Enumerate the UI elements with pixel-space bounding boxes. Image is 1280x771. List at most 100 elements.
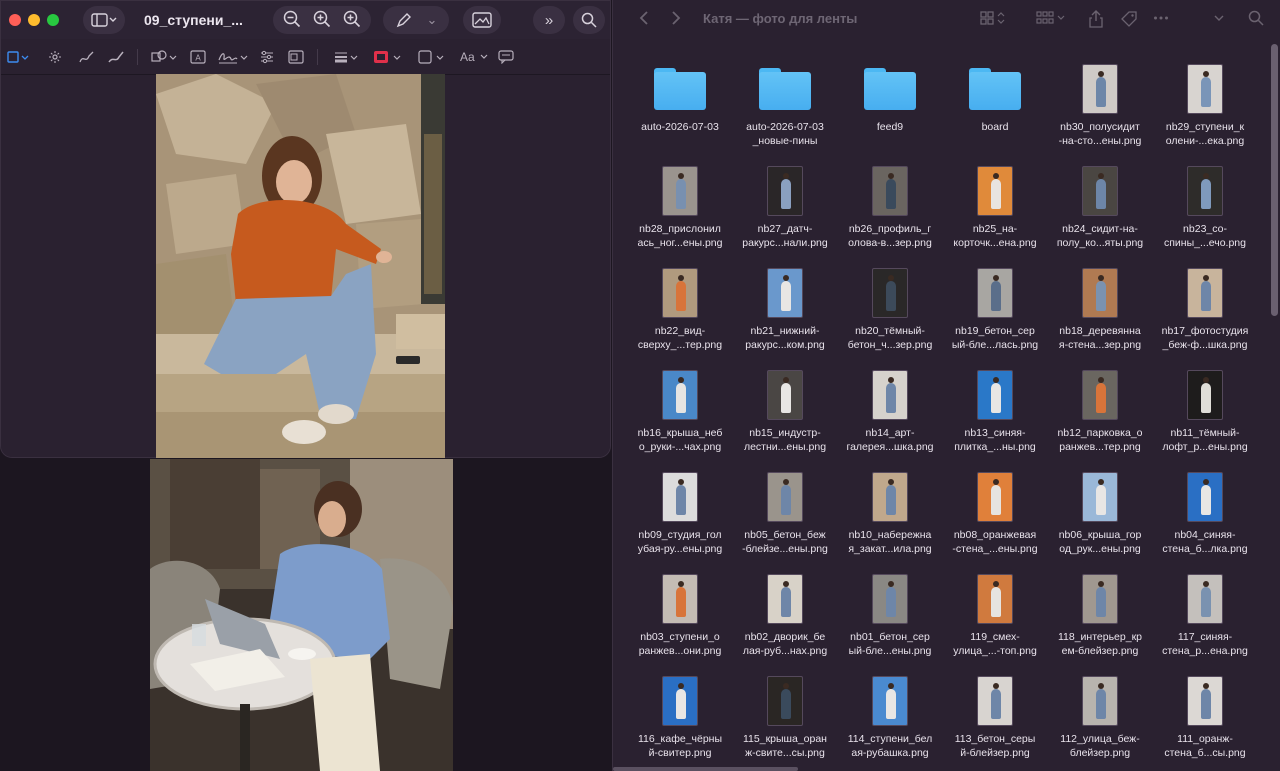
fill-color-tool[interactable] <box>418 49 448 65</box>
file-name: nb21_нижний- ракурс...ком.png <box>745 325 825 351</box>
tags-button[interactable] <box>1120 10 1138 31</box>
file-item[interactable]: nb14_арт- галерея...шка.png <box>835 366 945 454</box>
file-item[interactable]: nb02_дворик_бе лая-руб...нах.png <box>730 570 840 658</box>
fullscreen-window-button[interactable] <box>47 14 59 26</box>
file-item[interactable]: nb25_на- корточк...ена.png <box>940 162 1050 250</box>
sketch-tool[interactable] <box>79 49 95 65</box>
file-name: nb24_сидит-на- полу_ко...яты.png <box>1056 223 1144 249</box>
file-item[interactable]: 117_синяя- стена_р...ена.png <box>1150 570 1260 658</box>
file-item[interactable]: nb22_вид- сверху_...тер.png <box>625 264 735 352</box>
file-item[interactable]: nb05_бетон_беж -блейзе...ены.png <box>730 468 840 556</box>
file-item[interactable]: nb08_оранжевая -стена_...ены.png <box>940 468 1050 556</box>
file-item[interactable]: 112_улица_беж- блейзер.png <box>1045 672 1155 760</box>
file-item[interactable]: nb17_фотостудия _беж-ф...шка.png <box>1150 264 1260 352</box>
file-name: nb29_ступени_к олени-...ека.png <box>1165 121 1245 147</box>
search-icon <box>1248 10 1264 26</box>
file-item[interactable]: nb09_студия_гол убая-ру...ены.png <box>625 468 735 556</box>
folder-item[interactable]: auto-2026-07-03 <box>625 60 735 134</box>
document-title[interactable]: 09_ступени_... <box>144 12 243 28</box>
line-style-tool[interactable] <box>334 49 360 65</box>
sketch-icon <box>79 51 94 63</box>
back-button[interactable] <box>639 10 649 31</box>
file-item[interactable]: nb11_тёмный- лофт_р...ены.png <box>1150 366 1260 454</box>
image-thumbnail <box>662 472 698 522</box>
file-item[interactable]: 115_крыша_оран ж-свите...сы.png <box>730 672 840 760</box>
text-style-tool[interactable]: Aa <box>460 49 491 65</box>
selection-tool[interactable] <box>7 49 29 65</box>
image-thumbnail <box>1082 472 1118 522</box>
more-actions-button[interactable] <box>1153 10 1169 29</box>
zoom-out-icon[interactable] <box>283 10 301 31</box>
file-name: nb03_ступени_о ранжев...они.png <box>638 631 722 657</box>
folder-item[interactable]: feed9 <box>835 60 945 134</box>
double-chevron-right-icon: » <box>544 11 554 29</box>
text-tool[interactable]: A <box>190 49 206 65</box>
group-button[interactable] <box>1036 10 1066 29</box>
photo-woman-on-steps <box>156 74 445 458</box>
file-item[interactable]: 111_оранж- стена_б...сы.png <box>1150 672 1260 760</box>
file-item[interactable]: 114_ступени_бел ая-рубашка.png <box>835 672 945 760</box>
instant-alpha-tool[interactable] <box>48 49 62 65</box>
forward-button[interactable] <box>671 10 681 31</box>
file-item[interactable]: nb06_крыша_гор од_рук...ены.png <box>1045 468 1155 556</box>
file-item[interactable]: 118_интерьер_кр ем-блейзер.png <box>1045 570 1155 658</box>
signature-tool[interactable] <box>218 49 248 65</box>
adjust-color-tool[interactable] <box>260 49 274 65</box>
file-item[interactable]: nb01_бетон_сер ый-бле...ены.png <box>835 570 945 658</box>
file-item[interactable]: 119_смех- улица_...-топ.png <box>940 570 1050 658</box>
file-item[interactable]: nb13_синяя- плитка_...ны.png <box>940 366 1050 454</box>
file-item[interactable]: nb15_индустр- лестни...ены.png <box>730 366 840 454</box>
folder-item[interactable]: board <box>940 60 1050 134</box>
file-item[interactable]: nb30_полусидит -на-сто...ены.png <box>1045 60 1155 148</box>
markup-button[interactable]: ⌄ <box>383 6 449 34</box>
draw-tool[interactable] <box>108 49 124 65</box>
file-item[interactable]: nb04_синяя- стена_б...лка.png <box>1150 468 1260 556</box>
file-name: nb23_со- спины_...ечо.png <box>1164 223 1246 249</box>
file-item[interactable]: nb21_нижний- ракурс...ком.png <box>730 264 840 352</box>
view-options-button[interactable] <box>1213 10 1225 29</box>
image-thumbnail <box>1187 166 1223 216</box>
image-thumbnail <box>872 676 908 726</box>
adjust-size-tool[interactable] <box>288 49 304 65</box>
file-item[interactable]: nb19_бетон_сер ый-бле...лась.png <box>940 264 1050 352</box>
file-item[interactable]: nb10_набережна я_закат...ила.png <box>835 468 945 556</box>
file-item[interactable]: nb23_со- спины_...ечо.png <box>1150 162 1260 250</box>
more-tools-button[interactable]: » <box>533 6 565 34</box>
file-item[interactable]: nb28_прислонил ась_ног...ены.png <box>625 162 735 250</box>
file-item[interactable]: nb16_крыша_неб о_руки-...чах.png <box>625 366 735 454</box>
annotate-tool[interactable] <box>498 49 514 65</box>
vertical-scrollbar[interactable] <box>1271 44 1278 316</box>
image-thumbnail <box>767 268 803 318</box>
view-mode-button[interactable] <box>980 10 1008 29</box>
zoom-in-icon[interactable] <box>343 10 361 31</box>
file-name: nb05_бетон_беж -блейзе...ены.png <box>742 529 828 555</box>
file-item[interactable]: nb18_деревянна я-стена...зер.png <box>1045 264 1155 352</box>
file-item[interactable]: 116_кафе_чёрны й-свитер.png <box>625 672 735 760</box>
shapes-tool[interactable] <box>151 49 177 65</box>
file-name: nb26_профиль_г олова-в...зер.png <box>848 223 932 249</box>
sidebar-icon <box>91 13 117 27</box>
file-item[interactable]: nb29_ступени_к олени-...ека.png <box>1150 60 1260 148</box>
folder-item[interactable]: auto-2026-07-03 _новые-пины <box>730 60 840 148</box>
minimize-window-button[interactable] <box>28 14 40 26</box>
file-name: nb25_на- корточк...ена.png <box>953 223 1037 249</box>
markup-toolbar: A Aa <box>1 39 610 75</box>
image-thumbnail <box>1082 574 1118 624</box>
border-color-tool[interactable] <box>373 49 403 65</box>
search-button[interactable] <box>573 6 605 34</box>
sidebar-toggle-button[interactable] <box>83 6 125 34</box>
finder-search-button[interactable] <box>1248 10 1264 29</box>
share-button[interactable] <box>1089 10 1103 31</box>
file-item[interactable]: nb26_профиль_г олова-в...зер.png <box>835 162 945 250</box>
file-item[interactable]: nb03_ступени_о ранжев...они.png <box>625 570 735 658</box>
horizontal-scrollbar[interactable] <box>613 767 798 771</box>
toolbar-divider <box>137 49 138 65</box>
file-item[interactable]: nb20_тёмный- бетон_ч...зер.png <box>835 264 945 352</box>
actual-size-icon[interactable] <box>313 10 331 31</box>
file-item[interactable]: 113_бетон_серы й-блейзер.png <box>940 672 1050 760</box>
file-item[interactable]: nb27_датч- ракурс...нали.png <box>730 162 840 250</box>
crop-button[interactable] <box>463 6 501 34</box>
close-window-button[interactable] <box>9 14 21 26</box>
file-item[interactable]: nb24_сидит-на- полу_ко...яты.png <box>1045 162 1155 250</box>
file-item[interactable]: nb12_парковка_о ранжев...тер.png <box>1045 366 1155 454</box>
